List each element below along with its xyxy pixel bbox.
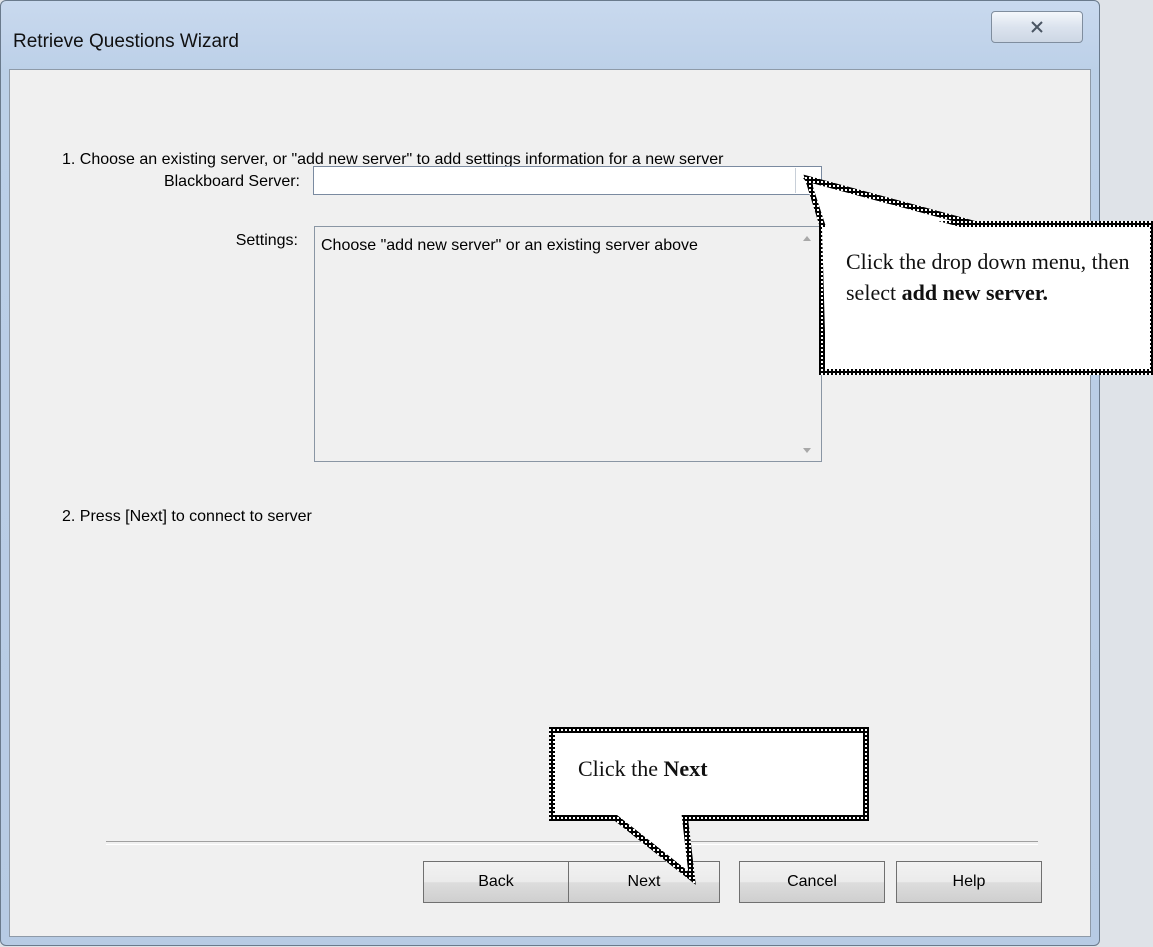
scroll-down-icon <box>803 447 811 453</box>
chevron-down-icon <box>803 177 813 184</box>
next-callout-bold: Next <box>663 756 708 781</box>
settings-scrollbar[interactable] <box>793 227 821 461</box>
scroll-down-button[interactable] <box>797 439 817 461</box>
title-bar[interactable]: Retrieve Questions Wizard <box>1 1 1099 69</box>
scroll-up-icon <box>803 235 811 241</box>
dropdown-callout-bold: add new server. <box>901 280 1049 305</box>
button-separator <box>106 841 1038 845</box>
wizard-window: Retrieve Questions Wizard 1. Choose an e… <box>0 0 1100 946</box>
settings-textarea[interactable]: Choose "add new server" or an existing s… <box>314 226 822 462</box>
blackboard-server-label: Blackboard Server: <box>163 173 300 190</box>
next-button[interactable]: Next <box>568 861 720 903</box>
step2-instruction: 2. Press [Next] to connect to server <box>62 508 312 525</box>
blackboard-server-dropdown[interactable] <box>313 166 822 195</box>
close-button[interactable] <box>991 11 1083 43</box>
wizard-client-area: 1. Choose an existing server, or "add ne… <box>9 69 1091 937</box>
back-button[interactable]: Back <box>423 861 569 903</box>
help-button[interactable]: Help <box>896 861 1042 903</box>
scroll-up-button[interactable] <box>797 227 817 249</box>
cancel-button[interactable]: Cancel <box>739 861 885 903</box>
window-title: Retrieve Questions Wizard <box>13 31 239 52</box>
dropdown-callout: Click the drop down menu, then select ad… <box>846 246 1146 308</box>
close-icon <box>1031 21 1043 33</box>
settings-text: Choose "add new server" or an existing s… <box>321 237 698 254</box>
next-callout: Click the Next <box>578 753 858 784</box>
dropdown-arrow-button[interactable] <box>795 168 820 193</box>
next-callout-text: Click the <box>578 756 664 781</box>
settings-label: Settings: <box>235 232 298 249</box>
